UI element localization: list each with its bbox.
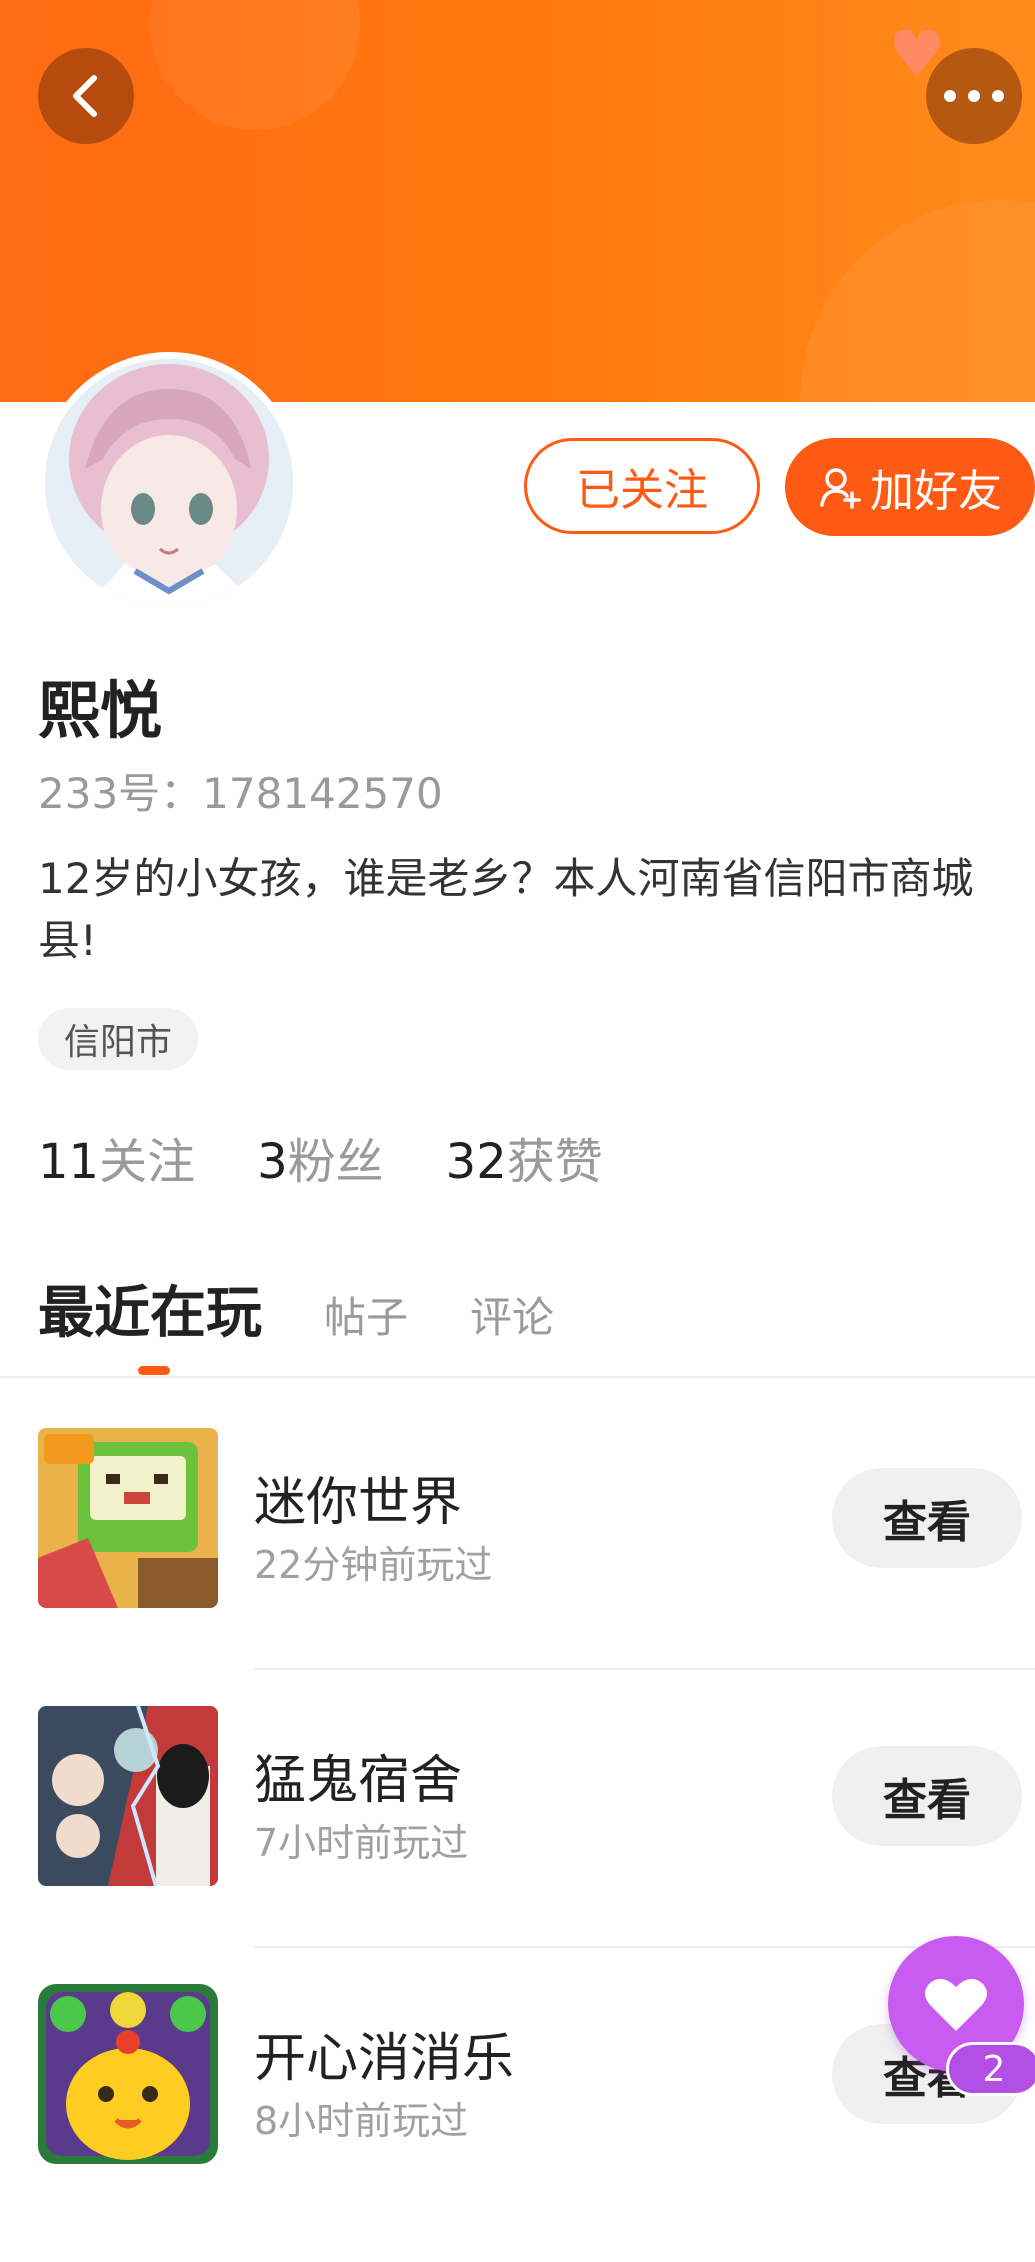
more-dots-icon — [944, 90, 1004, 102]
stat-following[interactable]: 11关注 — [38, 1122, 195, 1192]
following-count: 11 — [38, 1134, 100, 1190]
game-last-played: 22分钟前玩过 — [254, 1543, 493, 1587]
profile-stats: 11关注 3粉丝 32获赞 — [38, 1122, 603, 1192]
avatar-frame[interactable] — [38, 352, 300, 614]
location-tag[interactable]: 信阳市 — [38, 1008, 199, 1070]
heart-icon — [925, 1978, 987, 2031]
profile-bio: 12岁的小女孩，谁是老乡？本人河南省信阳市商城县! — [38, 854, 974, 965]
likes-count: 32 — [445, 1134, 507, 1190]
view-button[interactable]: 查看 — [832, 1746, 1022, 1846]
list-item[interactable]: 开心消消乐 8小时前玩过 查看 — [0, 1984, 1035, 2262]
tab-recent-games[interactable]: 最近在玩 — [38, 1268, 262, 1349]
list-item[interactable]: 猛鬼宿舍 7小时前玩过 查看 — [0, 1706, 1035, 1984]
profile-banner: ♥ — [0, 0, 1035, 402]
stat-fans[interactable]: 3粉丝 — [257, 1122, 384, 1192]
fans-label: 粉丝 — [287, 1134, 384, 1190]
avatar-illustration — [45, 359, 293, 607]
game-title: 开心消消乐 — [254, 2029, 515, 2089]
more-button[interactable] — [926, 48, 1022, 144]
tab-indicator — [138, 1366, 170, 1375]
fans-count: 3 — [257, 1134, 288, 1190]
divider — [0, 1376, 1035, 1378]
tab-posts[interactable]: 帖子 — [324, 1284, 408, 1345]
add-friend-button[interactable]: 加好友 — [785, 438, 1035, 536]
avatar — [45, 359, 293, 607]
banner-decoration — [800, 200, 1035, 402]
like-count-badge: 2 — [946, 2042, 1035, 2096]
likes-label: 获赞 — [506, 1134, 603, 1190]
add-friend-label: 加好友 — [870, 466, 1002, 517]
row-divider — [254, 1668, 1035, 1670]
followed-button[interactable]: 已关注 — [524, 438, 760, 534]
game-last-played: 8小时前玩过 — [254, 2099, 469, 2143]
list-item[interactable]: 迷你世界 22分钟前玩过 查看 — [0, 1428, 1035, 1706]
following-label: 关注 — [99, 1134, 196, 1190]
view-button[interactable]: 查看 — [832, 1468, 1022, 1568]
tab-comments[interactable]: 评论 — [470, 1284, 554, 1345]
game-icon-happy-elimination — [38, 1984, 218, 2164]
add-user-icon — [820, 468, 861, 509]
game-title: 猛鬼宿舍 — [254, 1751, 463, 1811]
game-icon-mini-world — [38, 1428, 218, 1608]
game-last-played: 7小时前玩过 — [254, 1821, 469, 1865]
banner-decoration — [150, 0, 360, 130]
profile-id: 233号：178142570 — [38, 769, 443, 818]
game-title: 迷你世界 — [254, 1473, 463, 1533]
profile-tabs: 最近在玩 帖子 评论 — [38, 1268, 554, 1349]
stat-likes: 32获赞 — [446, 1122, 603, 1192]
back-button[interactable] — [38, 48, 134, 144]
game-icon-haunted-dorm — [38, 1706, 218, 1886]
chevron-left-icon — [73, 75, 97, 117]
profile-name: 熙悦 — [38, 674, 163, 747]
